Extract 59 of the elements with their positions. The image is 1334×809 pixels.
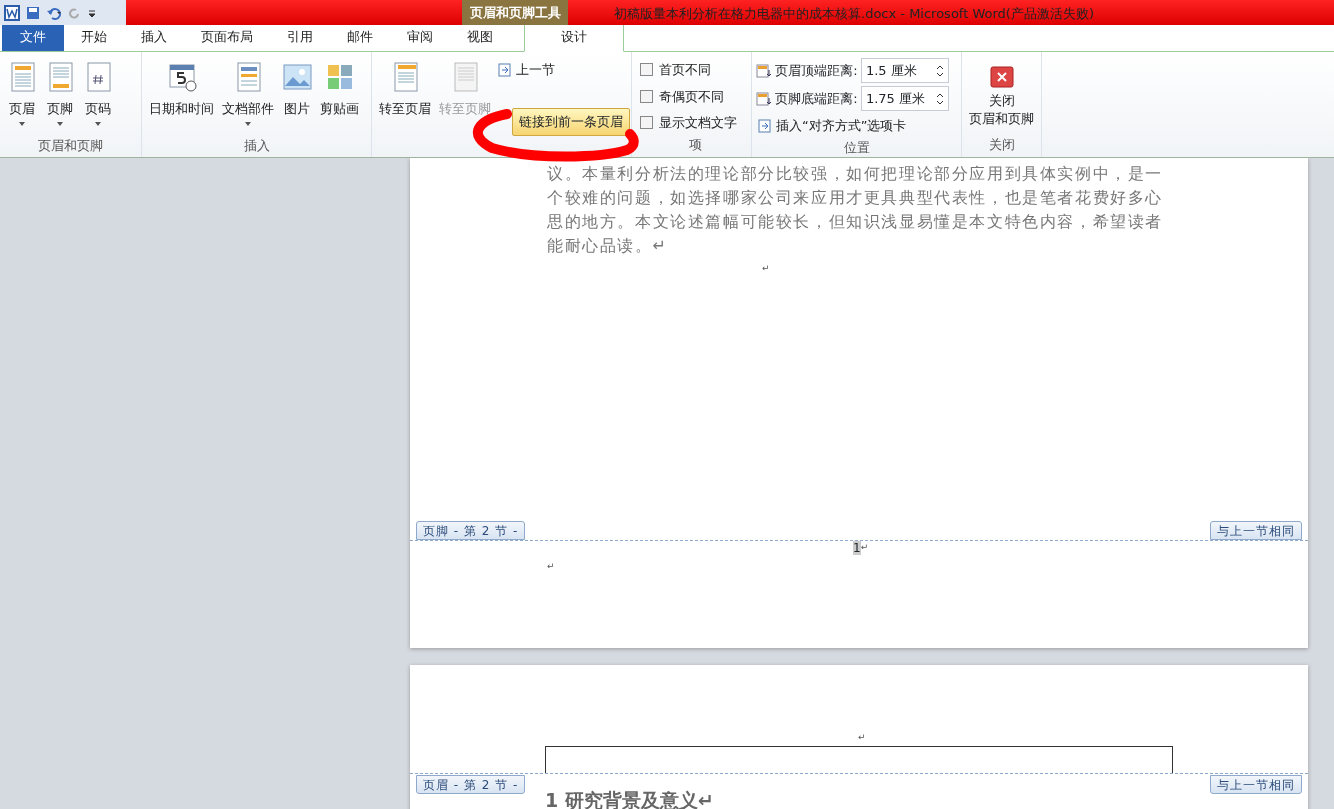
field-label: 页脚底端距离:	[775, 89, 858, 108]
dropdown-arrow-icon	[57, 122, 63, 126]
paragraph-mark: ↵	[547, 560, 555, 573]
section-tag: 与上一节相同	[1210, 775, 1302, 794]
ribbon-tab[interactable]: 开始	[64, 22, 124, 51]
field-label: 页眉顶端距离:	[775, 61, 858, 80]
window-title: 初稿版量本利分析在格力电器中的成本核算.docx - Microsoft Word(产品激活失败)	[614, 5, 1094, 23]
ribbon-button[interactable]: 插入“对齐方式”选项卡	[756, 114, 949, 138]
checkbox-label: 首页不同	[659, 61, 711, 79]
group-label: 项	[689, 137, 702, 152]
body-text: 议。本量利分析法的理论部分比较强，如何把理论部分应用到具体实例中，是一个较难的问题，如选择哪家公司来应用才更具典型代表性，也是笔者花费好多心思的地方。本文论述篇幅可能较长，但知识浅显易懂是本文特色内容，希望读者能耐心品读。↵	[547, 163, 1164, 257]
close-icon	[989, 66, 1014, 88]
ribbon-tab[interactable]: 邮件	[330, 22, 390, 51]
paragraph-mark: ↵	[860, 541, 869, 555]
ribbon-tab[interactable]: 设计	[524, 23, 624, 52]
close-button[interactable]: 关闭 页眉和页脚	[966, 56, 1037, 135]
section-tag: 页脚 - 第 2 节 -	[416, 521, 526, 540]
ribbon-tab[interactable]: 引用	[270, 22, 330, 51]
section-tag: 页眉 - 第 2 节 -	[416, 775, 526, 794]
checkbox-label: 奇偶页不同	[659, 87, 724, 106]
paragraph-mark: ↵	[858, 731, 866, 744]
calendar-icon	[166, 62, 197, 92]
save-icon[interactable]	[26, 5, 40, 20]
group-label: 关闭	[988, 137, 1015, 152]
dropdown-arrow-icon	[245, 122, 251, 126]
undo-icon[interactable]	[46, 5, 62, 20]
picture-icon	[282, 62, 312, 92]
ribbon-tab[interactable]: 视图	[450, 22, 510, 51]
ribbon-button[interactable]: 转至页眉	[376, 56, 434, 135]
ribbon-button[interactable]: 剪贴画	[317, 56, 362, 136]
spin-field[interactable]: 1.5 厘米	[860, 58, 949, 83]
ribbon-button[interactable]: 页脚	[42, 56, 78, 136]
group-label: 页眉和页脚	[38, 138, 103, 153]
spin-arrows-icon[interactable]	[935, 63, 944, 78]
checkbox[interactable]	[640, 116, 653, 130]
spin-arrows-icon[interactable]	[935, 91, 944, 106]
ribbon-button[interactable]: 页眉	[4, 56, 40, 136]
ribbon-button[interactable]: 页码	[80, 56, 116, 136]
checkbox[interactable]	[640, 63, 653, 77]
ribbon-tab[interactable]: 页面布局	[184, 22, 270, 51]
tooltip: 链接到前一条页眉	[512, 108, 630, 136]
dropdown-arrow-icon	[19, 122, 25, 126]
paragraph-mark: ↵	[762, 262, 770, 275]
spin-field[interactable]: 1.75 厘米	[860, 86, 949, 111]
checkbox[interactable]	[640, 89, 653, 103]
ribbon-tab[interactable]: 审阅	[390, 22, 450, 51]
ribbon-tab[interactable]: 插入	[124, 22, 184, 51]
ribbon-button[interactable]: 图片	[279, 56, 315, 136]
dropdown-arrow-icon	[95, 122, 101, 126]
group-label: 插入	[243, 138, 270, 153]
checkbox-label: 显示文档文字	[659, 114, 737, 132]
page-number: 1	[853, 541, 861, 555]
contextual-tab-group: 页眉和页脚工具	[462, 0, 568, 25]
ribbon-button[interactable]: 文档部件	[219, 56, 277, 136]
group-label: 位置	[843, 139, 870, 155]
app-icon	[4, 4, 20, 21]
section-tag: 与上一节相同	[1210, 521, 1302, 540]
ribbon-button[interactable]: 上一节	[496, 58, 557, 82]
ribbon-button[interactable]: 日期和时间	[146, 56, 217, 136]
